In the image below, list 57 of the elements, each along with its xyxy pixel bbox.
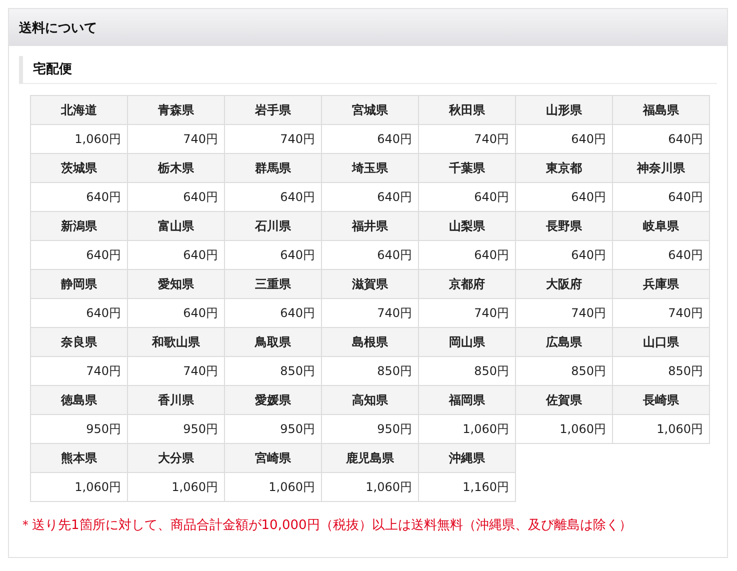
region-header-cell: 山口県	[612, 328, 710, 356]
panel-title: 送料について	[19, 20, 97, 36]
region-header-cell: 宮城県	[322, 96, 418, 124]
region-header-cell: 長野県	[516, 212, 612, 240]
region-header-cell: 山形県	[516, 96, 612, 124]
region-header-cell: 宮崎県	[224, 444, 322, 472]
region-header-cell: 千葉県	[418, 154, 516, 182]
region-header-cell: 岐阜県	[612, 212, 710, 240]
region-header-cell: 富山県	[128, 212, 224, 240]
region-header-cell: 東京都	[516, 154, 612, 182]
region-header-cell: 島根県	[322, 328, 418, 356]
region-header-cell: 愛媛県	[224, 386, 322, 414]
region-header-cell: 北海道	[30, 96, 128, 124]
region-header-cell: 長崎県	[612, 386, 710, 414]
price-cell: 1,060円	[30, 472, 128, 502]
region-header-cell: 岡山県	[418, 328, 516, 356]
region-header-cell: 広島県	[516, 328, 612, 356]
region-header-cell: 神奈川県	[612, 154, 710, 182]
region-header-cell: 茨城県	[30, 154, 128, 182]
region-header-cell: 鳥取県	[224, 328, 322, 356]
price-cell: 1,060円	[516, 414, 612, 444]
region-header-cell: 群馬県	[224, 154, 322, 182]
region-header-cell: 埼玉県	[322, 154, 418, 182]
region-header-cell: 三重県	[224, 270, 322, 298]
region-header-cell: 栃木県	[128, 154, 224, 182]
price-cell: 1,160円	[418, 472, 516, 502]
region-header-cell: 沖縄県	[418, 444, 516, 472]
region-header-cell: 石川県	[224, 212, 322, 240]
price-cell: 1,060円	[612, 414, 710, 444]
free-shipping-note: ＊送り先1箇所に対して、商品合計金額が10,000円（税抜）以上は送料無料（沖縄県、及び離島は除く）	[19, 517, 633, 534]
region-header-cell: 静岡県	[30, 270, 128, 298]
region-header-cell: 新潟県	[30, 212, 128, 240]
region-header-cell: 滋賀県	[322, 270, 418, 298]
price-cell: 1,060円	[128, 472, 224, 502]
region-header-cell: 福井県	[322, 212, 418, 240]
region-header-cell: 大阪府	[516, 270, 612, 298]
region-header-cell: 大分県	[128, 444, 224, 472]
region-header-cell: 香川県	[128, 386, 224, 414]
price-cell: 1,060円	[224, 472, 322, 502]
region-header-cell: 和歌山県	[128, 328, 224, 356]
region-header-cell: 鹿児島県	[322, 444, 418, 472]
region-header-cell: 兵庫県	[612, 270, 710, 298]
region-header-cell: 愛知県	[128, 270, 224, 298]
region-header-cell: 京都府	[418, 270, 516, 298]
region-header-cell: 福岡県	[418, 386, 516, 414]
section-heading: 宅配便	[19, 56, 717, 84]
region-header-cell: 高知県	[322, 386, 418, 414]
price-cell: 1,060円	[322, 472, 418, 502]
region-header-cell: 佐賀県	[516, 386, 612, 414]
region-header-cell: 福島県	[612, 96, 710, 124]
region-header-cell: 青森県	[128, 96, 224, 124]
region-header-cell: 熊本県	[30, 444, 128, 472]
region-header-cell: 秋田県	[418, 96, 516, 124]
region-header-cell: 徳島県	[30, 386, 128, 414]
region-header-cell: 岩手県	[224, 96, 322, 124]
region-header-cell: 奈良県	[30, 328, 128, 356]
region-header-cell: 山梨県	[418, 212, 516, 240]
